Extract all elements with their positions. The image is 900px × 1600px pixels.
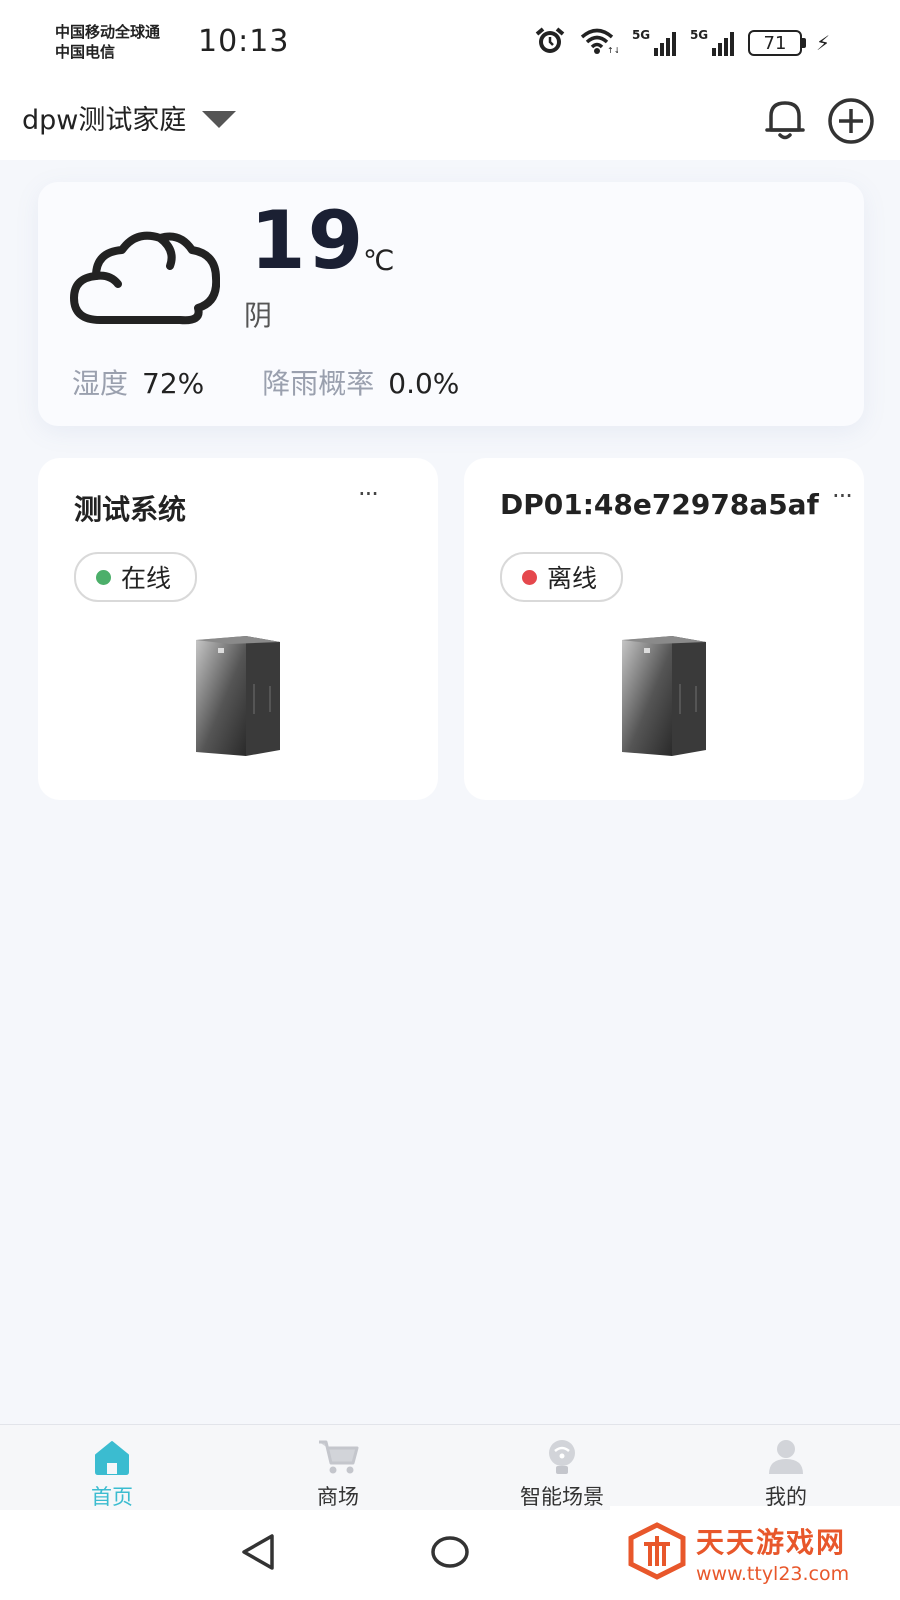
home-icon [42,1439,182,1475]
status-text: 在线 [121,564,172,593]
weather-card[interactable]: 19 ℃ 阴 湿度 72% 降雨概率 0.0% [38,182,864,426]
cart-icon [268,1439,408,1475]
more-options-button[interactable]: ··· [832,482,853,510]
carrier-2: 中国电信 [55,43,116,61]
charging-icon: ⚡ [815,31,830,55]
more-options-button[interactable]: ··· [358,480,379,508]
tab-home[interactable]: 首页 [42,1439,182,1511]
status-badge: 在线 [74,552,198,602]
watermark-url: www.ttyl23.com [696,1563,850,1585]
cloud-icon [70,226,221,330]
temperature-unit: ℃ [363,244,395,277]
wifi-icon: ↑↓ [580,27,620,59]
signal-icon: 5G [689,28,734,56]
status-bar: 中国移动全球通 中国电信 10:13 ↑↓ 5G 5G 71 ⚡ [0,0,900,88]
dropdown-caret-icon [202,111,237,128]
status-text: 离线 [547,564,598,593]
battery-level: 71 [763,32,787,54]
status-dot [522,569,537,585]
alarm-icon [534,26,566,60]
signal-icon: 5G [631,28,676,56]
tab-label: 首页 [91,1485,133,1509]
svg-text:↑↓: ↑↓ [607,46,618,55]
rain-probability-value: 0.0% [388,367,460,400]
tab-mall[interactable]: 商场 [268,1439,408,1511]
watermark-title: 天天游戏网 [696,1526,847,1559]
sim-2-network: 5G [689,28,709,42]
add-circle-icon[interactable] [826,96,876,150]
device-card[interactable]: 测试系统 ··· 在线 [38,458,438,800]
device-name: 测试系统 [74,493,187,526]
back-triangle-icon[interactable] [240,1532,278,1576]
status-icons: ↑↓ 5G 5G 71 ⚡ [534,26,830,60]
humidity-value: 72% [142,367,205,400]
rain-probability-label: 降雨概率 [262,367,375,400]
watermark-logo-icon [628,1522,686,1584]
carrier-1: 中国移动全球通 [55,23,161,41]
bell-icon[interactable] [763,96,807,146]
tab-label: 商场 [317,1485,359,1509]
cabinet-image [620,634,710,763]
clock: 10:13 [198,24,290,59]
bottom-tab-bar: 首页 商场 智能场景 我的 [0,1424,900,1511]
status-badge: 离线 [500,552,624,602]
tab-mine[interactable]: 我的 [716,1439,856,1511]
home-name: dpw测试家庭 [22,105,187,136]
header: dpw测试家庭 [0,88,900,160]
status-dot [96,569,111,585]
smart-scene-icon [492,1439,632,1475]
user-icon [716,1439,856,1475]
carrier-info: 中国移动全球通 中国电信 [55,22,160,62]
weather-stats: 湿度 72% 降雨概率 0.0% [72,362,517,402]
temperature: 19 [250,194,366,287]
device-card[interactable]: DP01:48e72978a5af ··· 离线 [464,458,864,800]
watermark: 天天游戏网 www.ttyl23.com [610,1506,900,1600]
device-name: DP01:48e72978a5af [500,488,819,521]
humidity-label: 湿度 [72,367,129,400]
weather-condition: 阴 [244,299,273,332]
home-selector[interactable]: dpw测试家庭 [22,98,237,137]
cabinet-image [194,634,284,763]
battery-icon: 71 [747,30,806,56]
home-circle-icon[interactable] [430,1534,470,1574]
sim-1-network: 5G [631,28,651,42]
tab-smart-scene[interactable]: 智能场景 [492,1439,632,1511]
